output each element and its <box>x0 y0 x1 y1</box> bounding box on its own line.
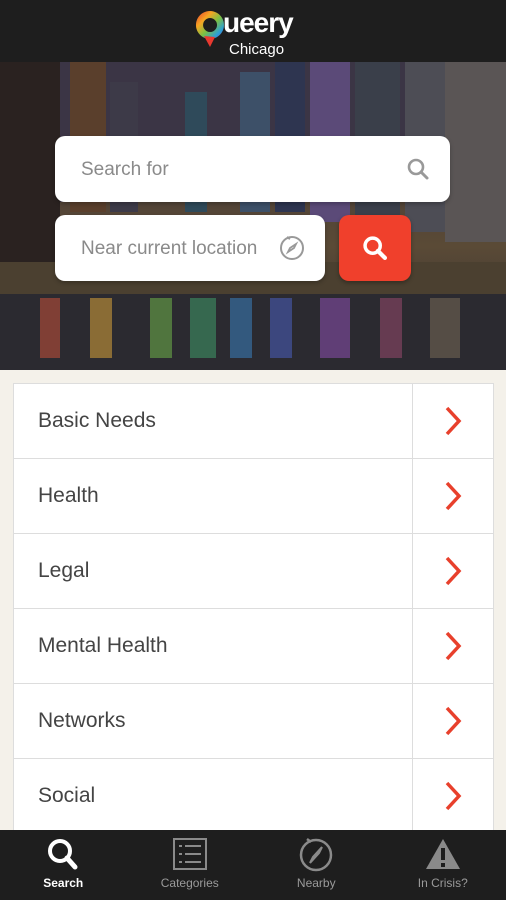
location-input[interactable] <box>79 215 283 283</box>
queery-logo[interactable]: ueery Chicago <box>193 3 313 59</box>
category-label: Legal <box>38 559 90 582</box>
logo-pin-icon <box>195 11 224 47</box>
category-item-networks[interactable]: Networks <box>14 684 493 759</box>
nav-tab-search[interactable]: Search <box>0 830 127 900</box>
chevron-right-icon[interactable] <box>412 684 493 758</box>
search-icon <box>363 236 388 261</box>
logo-wordmark: ueery <box>223 7 294 38</box>
category-item-mental-health[interactable]: Mental Health <box>14 609 493 684</box>
app-header: ueery Chicago <box>0 0 506 62</box>
nav-label: In Crisis? <box>417 876 468 890</box>
category-label: Health <box>38 484 99 507</box>
chevron-right-icon[interactable] <box>412 384 493 458</box>
category-label: Networks <box>38 709 126 732</box>
search-icon[interactable] <box>406 157 430 186</box>
list-icon <box>172 838 207 870</box>
category-label: Mental Health <box>38 634 168 657</box>
category-list: Basic Needs Health Legal Mental Health N… <box>13 383 494 835</box>
chevron-right-icon[interactable] <box>412 609 493 683</box>
search-submit-button[interactable] <box>339 215 411 281</box>
search-icon <box>48 839 78 870</box>
location-field-container[interactable] <box>55 215 325 283</box>
category-item-basic-needs[interactable]: Basic Needs <box>14 384 493 459</box>
nav-tab-nearby[interactable]: Nearby <box>253 830 380 900</box>
category-item-legal[interactable]: Legal <box>14 534 493 609</box>
nav-label: Search <box>43 876 84 890</box>
logo-city: Chicago <box>229 41 285 58</box>
nav-tab-categories[interactable]: Categories <box>127 830 254 900</box>
category-label: Social <box>38 784 96 807</box>
compass-icon[interactable] <box>279 235 305 266</box>
nav-tab-in-crisis[interactable]: In Crisis? <box>380 830 506 900</box>
hero-banner <box>0 62 506 370</box>
category-label: Basic Needs <box>38 409 156 432</box>
chevron-right-icon[interactable] <box>412 459 493 533</box>
nav-label: Categories <box>160 876 219 890</box>
chevron-right-icon[interactable] <box>412 534 493 608</box>
compass-icon <box>300 838 333 872</box>
nav-label: Nearby <box>296 876 336 890</box>
chevron-right-icon[interactable] <box>412 759 493 833</box>
warning-icon <box>425 839 460 869</box>
category-item-social[interactable]: Social <box>14 759 493 834</box>
category-item-health[interactable]: Health <box>14 459 493 534</box>
bottom-nav: Search Categories Nearby In Crisis? <box>0 830 506 900</box>
search-field-container[interactable] <box>55 136 450 204</box>
search-input[interactable] <box>79 136 393 204</box>
